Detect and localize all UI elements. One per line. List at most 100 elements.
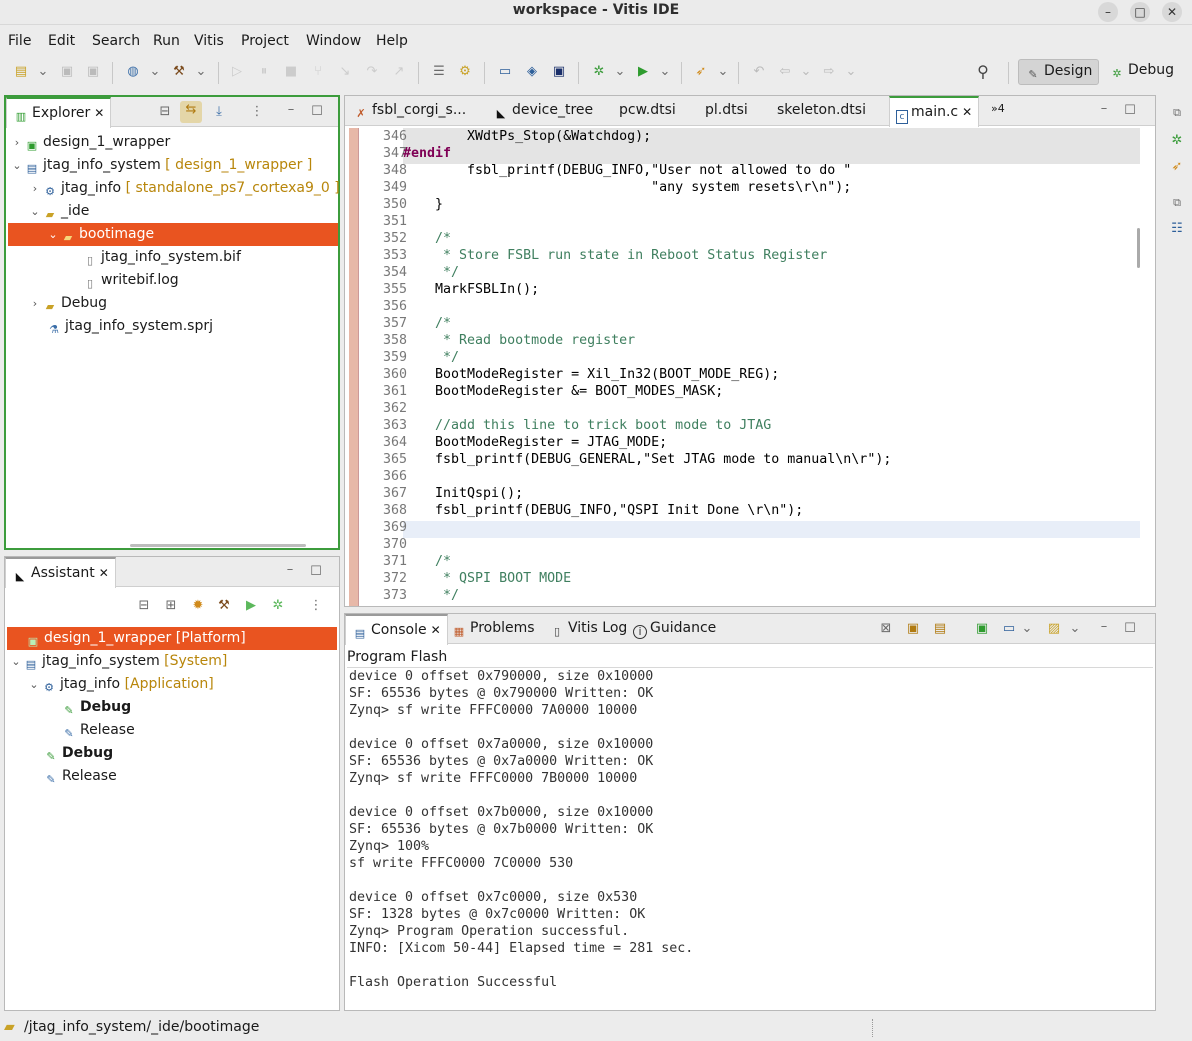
horizontal-scrollbar[interactable] (130, 544, 306, 547)
assistant-item-system[interactable]: ⌄ ▤ jtag_info_system [System] (9, 650, 227, 673)
step-return-icon[interactable]: ↗ (390, 63, 408, 81)
maximize-window-button[interactable]: □ (1130, 2, 1150, 22)
tab-problems[interactable]: ▦ Problems (445, 614, 541, 644)
scroll-lock-icon[interactable]: ▣ (904, 620, 922, 638)
tree-item-debug-folder[interactable]: › ▰ Debug (28, 292, 107, 315)
tree-item-sprj-file[interactable]: ⚗ jtag_info_system.sprj (46, 315, 213, 338)
assistant-item-app-debug[interactable]: ✎ Debug (61, 696, 131, 719)
debug-perspective-button[interactable]: ✲ Debug (1103, 59, 1180, 85)
chevron-down-icon[interactable]: ⌄ (1066, 620, 1084, 638)
assistant-item-application[interactable]: ⌄ ⚙ jtag_info [Application] (27, 673, 213, 696)
assistant-item-system-debug[interactable]: ✎ Debug (43, 742, 113, 765)
save-all-icon[interactable]: ▣ (84, 63, 102, 81)
expand-all-icon[interactable]: ⊞ (162, 597, 180, 615)
import-icon[interactable]: ⤓ (210, 103, 228, 121)
program-device-icon[interactable]: ◈ (523, 63, 541, 81)
link-with-editor-icon[interactable]: ⇆ (180, 101, 202, 123)
tree-item-jtag-info-system[interactable]: ⌄ ▤ jtag_info_system [ design_1_wrapper ] (10, 154, 312, 177)
vertical-scrollbar[interactable] (1137, 228, 1140, 268)
clear-console-icon[interactable]: ⊠ (877, 620, 895, 638)
tree-item-ide-folder[interactable]: ⌄ ▰ _ide (28, 200, 89, 223)
tab-skeleton-dtsi[interactable]: skeleton.dtsi (771, 96, 872, 126)
tab-guidance[interactable]: i Guidance (627, 614, 722, 644)
tree-item-design-1-wrapper[interactable]: › ▣ design_1_wrapper (10, 131, 170, 154)
menu-run[interactable]: Run (153, 33, 180, 49)
menu-project[interactable]: Project (241, 33, 289, 49)
tab-fsbl-corgi[interactable]: ✗ fsbl_corgi_s... (347, 96, 472, 126)
new-icon[interactable]: ▤ (12, 63, 30, 81)
menu-file[interactable]: File (8, 33, 31, 49)
disconnect-icon[interactable]: ⑂ (309, 63, 327, 81)
tab-overflow[interactable]: »4 (985, 96, 1011, 126)
tree-item-jtag-info[interactable]: › ⚙ jtag_info [ standalone_ps7_cortexa9_0 … (28, 177, 340, 200)
collapse-all-icon[interactable]: ⊟ (135, 597, 153, 615)
chevron-down-icon[interactable]: ⌄ (714, 63, 732, 81)
build-list-icon[interactable]: ☰ (430, 63, 448, 81)
hammer-icon[interactable]: ⚒ (170, 63, 188, 81)
close-icon[interactable]: ✕ (99, 566, 109, 580)
view-menu-icon[interactable]: ⋮ (248, 103, 266, 121)
tab-device-tree[interactable]: ◣ device_tree (487, 96, 599, 126)
forward-icon[interactable]: ⇨ (820, 63, 838, 81)
assistant-item-system-release[interactable]: ✎ Release (43, 765, 116, 788)
maximize-icon[interactable]: ☐ (1121, 102, 1139, 120)
restore-icon[interactable]: ⧉ (1168, 104, 1186, 122)
chevron-down-icon[interactable]: ⌄ (1018, 620, 1036, 638)
minimize-icon[interactable]: – (1095, 618, 1113, 636)
tab-main-c[interactable]: c main.c ✕ (889, 96, 980, 127)
collapse-all-icon[interactable]: ⊟ (156, 103, 174, 121)
debug-icon[interactable]: ✲ (590, 63, 608, 81)
maximize-icon[interactable]: ☐ (1121, 620, 1139, 638)
chevron-down-icon[interactable]: ⌄ (146, 63, 164, 81)
chevron-down-icon[interactable]: ⌄ (656, 63, 674, 81)
close-icon[interactable]: ✕ (94, 106, 104, 120)
menu-search[interactable]: Search (92, 33, 140, 49)
external-tools-icon[interactable]: ➶ (692, 63, 710, 81)
filter-icon[interactable]: ⚙ (456, 63, 474, 81)
suspend-icon[interactable]: ⏸ (255, 63, 273, 81)
view-menu-icon[interactable]: ⋮ (307, 597, 325, 615)
close-icon[interactable]: ✕ (962, 105, 972, 119)
maximize-icon[interactable]: ☐ (307, 563, 325, 581)
back-icon[interactable]: ⇦ (776, 63, 794, 81)
target-connections-icon[interactable]: ➶ (1168, 158, 1186, 176)
terminal-icon[interactable]: ▭ (496, 63, 514, 81)
console-output-area[interactable]: device 0 offset 0x790000, size 0x10000 SF… (347, 667, 1153, 1007)
run-icon[interactable]: ▶ (634, 63, 652, 81)
resume-icon[interactable]: ▷ (228, 63, 246, 81)
tab-explorer[interactable]: ▥ Explorer ✕ (6, 97, 112, 128)
restore-icon[interactable]: ⧉ (1168, 194, 1186, 212)
chevron-down-icon[interactable]: ⌄ (842, 63, 860, 81)
pin-console-icon[interactable]: ▣ (973, 620, 991, 638)
chevron-down-icon[interactable]: ⌄ (797, 63, 815, 81)
chevron-down-icon[interactable]: ⌄ (611, 63, 629, 81)
code-editor[interactable]: 346 XWdtPs_Stop(&Watchdog); 347 #endif 348 … (345, 128, 1155, 606)
menu-edit[interactable]: Edit (48, 33, 75, 49)
chevron-down-icon[interactable]: ⌄ (34, 63, 52, 81)
hammer-icon[interactable]: ⚒ (215, 597, 233, 615)
minimize-window-button[interactable]: – (1098, 2, 1118, 22)
display-console-icon[interactable]: ▭ (1000, 620, 1018, 638)
outline-icon[interactable]: ☷ (1168, 220, 1186, 238)
chevron-down-icon[interactable]: ⌄ (192, 63, 210, 81)
step-over-icon[interactable]: ↷ (363, 63, 381, 81)
close-window-button[interactable]: ✕ (1162, 2, 1182, 22)
search-icon[interactable]: ⚲ (974, 63, 992, 81)
tab-console[interactable]: ▤ Console ✕ (345, 614, 448, 645)
design-perspective-button[interactable]: ✎ Design (1018, 59, 1100, 85)
step-into-icon[interactable]: ↘ (336, 63, 354, 81)
word-wrap-icon[interactable]: ▤ (931, 620, 949, 638)
menu-help[interactable]: Help (376, 33, 408, 49)
assistant-item-platform[interactable]: ▣ design_1_wrapper [Platform] (7, 627, 337, 650)
minimize-icon[interactable]: – (1095, 100, 1113, 118)
tree-item-bootimage[interactable]: ⌄ ▰ bootimage (8, 223, 338, 246)
run-icon[interactable]: ▶ (242, 597, 260, 615)
globe-icon[interactable]: ◍ (124, 63, 142, 81)
tab-pl-dtsi[interactable]: pl.dtsi (699, 96, 754, 126)
last-edit-icon[interactable]: ↶ (750, 63, 768, 81)
tab-pcw-dtsi[interactable]: pcw.dtsi (613, 96, 682, 126)
minimize-icon[interactable]: – (281, 561, 299, 579)
menu-window[interactable]: Window (306, 33, 361, 49)
tree-item-bif-file[interactable]: ▯ jtag_info_system.bif (82, 246, 241, 269)
stop-icon[interactable]: ■ (282, 63, 300, 81)
